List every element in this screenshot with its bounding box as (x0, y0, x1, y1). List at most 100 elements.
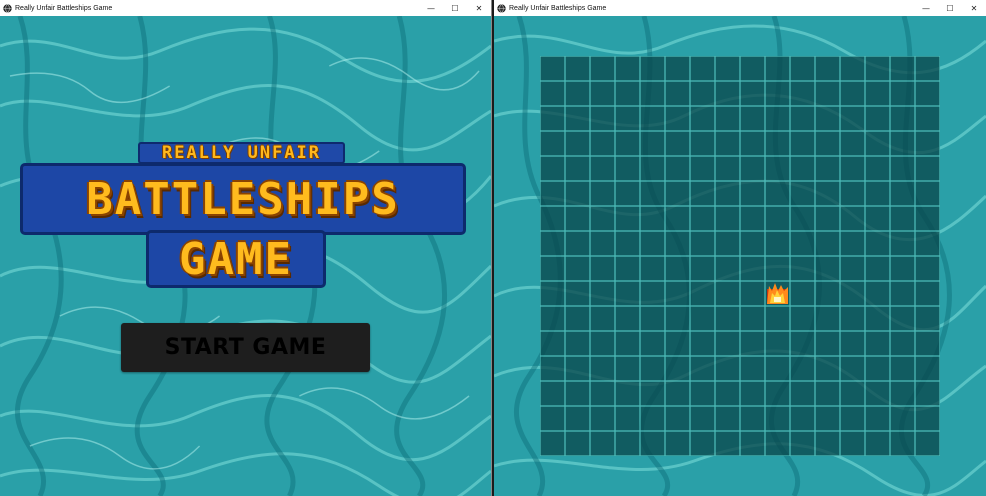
grid-cell[interactable] (891, 182, 914, 205)
grid-cell[interactable] (841, 357, 864, 380)
grid-cell[interactable] (641, 232, 664, 255)
grid-cell[interactable] (666, 107, 689, 130)
grid-cell[interactable] (766, 332, 789, 355)
grid-cell[interactable] (566, 257, 589, 280)
grid-cell[interactable] (591, 232, 614, 255)
grid-cell[interactable] (916, 57, 939, 80)
grid-cell[interactable] (741, 307, 764, 330)
grid-cell[interactable] (741, 357, 764, 380)
grid-cell[interactable] (916, 107, 939, 130)
grid-cell[interactable] (866, 257, 889, 280)
grid-cell[interactable] (741, 332, 764, 355)
grid-cell[interactable] (841, 107, 864, 130)
grid-cell[interactable] (866, 407, 889, 430)
grid-cell[interactable] (741, 57, 764, 80)
grid-cell[interactable] (841, 157, 864, 180)
grid-cell[interactable] (816, 132, 839, 155)
grid-cell[interactable] (841, 257, 864, 280)
grid-cell[interactable] (541, 357, 564, 380)
close-button[interactable]: ✕ (467, 0, 491, 16)
grid-cell[interactable] (591, 157, 614, 180)
grid-cell[interactable] (741, 432, 764, 455)
grid-cell[interactable] (791, 432, 814, 455)
grid-cell[interactable] (691, 332, 714, 355)
grid-cell[interactable] (566, 82, 589, 105)
grid-cell[interactable] (541, 332, 564, 355)
grid-cell[interactable] (741, 132, 764, 155)
grid-cell[interactable] (591, 357, 614, 380)
grid-cell[interactable] (791, 107, 814, 130)
grid-cell[interactable] (766, 307, 789, 330)
grid-cell[interactable] (566, 182, 589, 205)
grid-cell[interactable] (616, 132, 639, 155)
grid-cell[interactable] (616, 207, 639, 230)
grid-cell[interactable] (891, 357, 914, 380)
grid-cell[interactable] (841, 407, 864, 430)
grid-cell[interactable] (866, 432, 889, 455)
grid-cell[interactable] (591, 282, 614, 305)
grid-cell[interactable] (816, 332, 839, 355)
grid-cell[interactable] (566, 357, 589, 380)
grid-cell[interactable] (841, 307, 864, 330)
grid-cell[interactable] (566, 207, 589, 230)
grid-cell[interactable] (741, 182, 764, 205)
grid-cell[interactable] (791, 332, 814, 355)
grid-cell[interactable] (866, 82, 889, 105)
grid-cell[interactable] (816, 232, 839, 255)
grid-cell[interactable] (566, 307, 589, 330)
grid-cell[interactable] (541, 107, 564, 130)
grid-cell[interactable] (916, 407, 939, 430)
grid-cell[interactable] (891, 407, 914, 430)
grid-cell[interactable] (841, 182, 864, 205)
grid-cell[interactable] (541, 282, 564, 305)
grid-cell[interactable] (866, 357, 889, 380)
grid-cell[interactable] (641, 382, 664, 405)
grid-cell[interactable] (616, 257, 639, 280)
grid-cell[interactable] (716, 332, 739, 355)
grid-cell[interactable] (791, 257, 814, 280)
grid-cell[interactable] (841, 432, 864, 455)
grid-cell[interactable] (641, 107, 664, 130)
grid-cell[interactable] (916, 157, 939, 180)
grid-cell[interactable] (841, 132, 864, 155)
grid-cell[interactable] (541, 382, 564, 405)
grid-cell[interactable] (541, 432, 564, 455)
grid-cell[interactable] (541, 82, 564, 105)
grid-cell[interactable] (616, 332, 639, 355)
grid-cell[interactable] (716, 232, 739, 255)
grid-cell[interactable] (816, 82, 839, 105)
grid-cell[interactable] (591, 407, 614, 430)
grid-cell[interactable] (766, 432, 789, 455)
grid-cell[interactable] (916, 132, 939, 155)
grid-cell[interactable] (566, 107, 589, 130)
grid-cell[interactable] (916, 232, 939, 255)
game-canvas[interactable]: REALLY UNFAIR BATTLESHIPS GAME START GAM… (0, 16, 491, 496)
grid-cell[interactable] (691, 57, 714, 80)
grid-cell[interactable] (716, 357, 739, 380)
grid-cell[interactable] (716, 157, 739, 180)
grid-cell[interactable] (866, 157, 889, 180)
grid-cell[interactable] (866, 332, 889, 355)
grid-cell[interactable] (716, 407, 739, 430)
grid-cell[interactable] (666, 82, 689, 105)
grid-cell[interactable] (541, 407, 564, 430)
grid-cell[interactable] (641, 357, 664, 380)
grid-cell[interactable] (916, 357, 939, 380)
grid-cell[interactable] (716, 432, 739, 455)
minimize-button[interactable]: — (419, 0, 443, 16)
grid-cell[interactable] (691, 207, 714, 230)
grid-cell[interactable] (841, 282, 864, 305)
grid-cell[interactable] (566, 132, 589, 155)
grid-cell[interactable] (691, 432, 714, 455)
grid-cell[interactable] (591, 182, 614, 205)
grid-cell[interactable] (891, 257, 914, 280)
minimize-button[interactable]: — (914, 0, 938, 16)
grid-cell[interactable] (841, 232, 864, 255)
grid-cell[interactable] (816, 182, 839, 205)
grid-cell[interactable] (916, 282, 939, 305)
grid-cell[interactable] (566, 57, 589, 80)
grid-cell[interactable] (716, 207, 739, 230)
grid-cell[interactable] (541, 57, 564, 80)
grid-cell[interactable] (616, 57, 639, 80)
grid-cell[interactable] (816, 282, 839, 305)
